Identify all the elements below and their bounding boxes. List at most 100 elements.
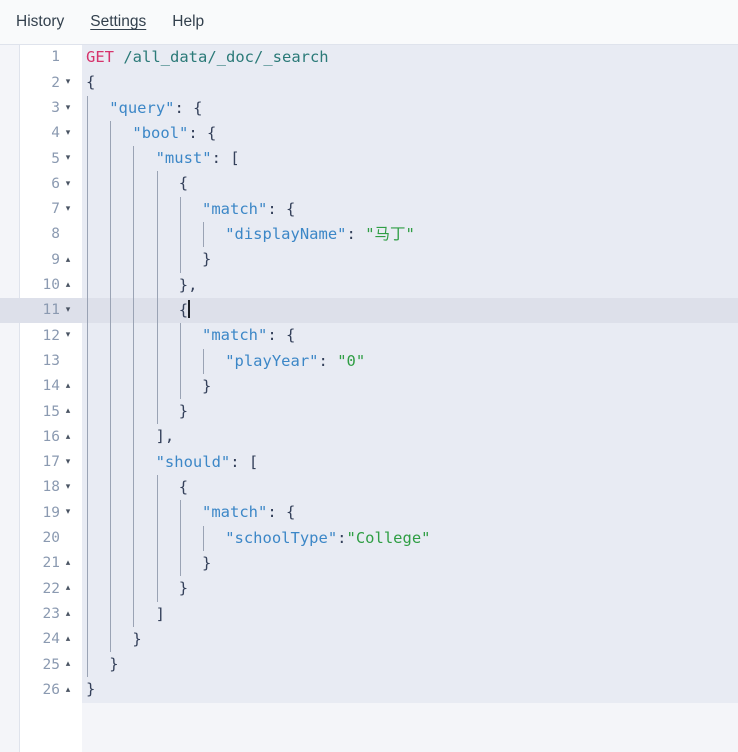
fold-arrow-close-icon[interactable]: ▴ [60, 660, 76, 669]
code-text[interactable]: { [82, 475, 738, 501]
fold-arrow-close-icon[interactable]: ▴ [60, 685, 76, 695]
line-gutter[interactable]: 25 ▴ [0, 652, 82, 677]
code-text[interactable]: }, [82, 272, 738, 298]
code-text[interactable]: GET /all_data/_doc/_search [82, 45, 738, 70]
line-gutter[interactable]: 17 ▾ [0, 450, 82, 475]
code-line[interactable]: 7 ▾ "match": { [0, 196, 738, 223]
line-gutter[interactable]: 10 ▴ [0, 273, 82, 298]
line-gutter[interactable]: 9 ▴ [0, 247, 82, 272]
code-text[interactable]: } [82, 399, 738, 425]
line-gutter[interactable]: 8 [0, 222, 82, 247]
fold-arrow-open-icon[interactable]: ▾ [60, 306, 76, 315]
code-text[interactable]: } [82, 626, 738, 653]
code-line[interactable]: 14 ▴} [0, 373, 738, 400]
code-text[interactable]: } [82, 247, 738, 273]
line-gutter[interactable]: 1 [0, 45, 82, 70]
code-line[interactable]: 4 ▾ "bool": { [0, 120, 738, 147]
code-line[interactable]: 3 ▾ "query": { [0, 95, 738, 121]
fold-arrow-open-icon[interactable]: ▾ [60, 78, 76, 87]
menu-item-history[interactable]: History [16, 14, 64, 30]
code-text[interactable]: "playYear": "0" [82, 348, 738, 374]
code-line[interactable]: 19 ▾ "match": { [0, 500, 738, 526]
code-text[interactable]: "match": { [82, 500, 738, 526]
code-line[interactable]: 13 "playYear": "0" [0, 348, 738, 374]
code-text[interactable]: "must": [ [82, 146, 738, 172]
fold-arrow-open-icon[interactable]: ▾ [60, 103, 76, 113]
code-line[interactable]: 15 ▴} [0, 399, 738, 425]
code-text[interactable]: ] [82, 601, 738, 627]
code-lines[interactable]: 1 GET /all_data/_doc/_search 2 ▾{3 ▾ "query"… [0, 45, 738, 703]
code-text[interactable]: "schoolType":"College" [82, 525, 738, 551]
line-gutter[interactable]: 12 ▾ [0, 323, 82, 348]
fold-arrow-open-icon[interactable]: ▾ [60, 483, 76, 492]
code-line[interactable]: 8 "displayName": "马丁" [0, 222, 738, 248]
fold-arrow-close-icon[interactable]: ▴ [60, 407, 76, 416]
code-editor[interactable]: 1 GET /all_data/_doc/_search 2 ▾{3 ▾ "query"… [0, 44, 738, 752]
line-gutter[interactable]: 5 ▾ [0, 146, 82, 171]
code-text[interactable]: } [82, 652, 738, 678]
fold-arrow-close-icon[interactable]: ▴ [60, 280, 76, 290]
line-gutter[interactable]: 7 ▾ [0, 197, 82, 222]
code-line[interactable]: 11 ▾ { [0, 297, 738, 324]
code-line[interactable]: 5 ▾ "must": [ [0, 146, 738, 172]
code-text[interactable]: } [82, 373, 738, 400]
line-gutter[interactable]: 3 ▾ [0, 96, 82, 121]
fold-arrow-open-icon[interactable]: ▾ [60, 129, 76, 138]
code-text[interactable]: "displayName": "马丁" [82, 222, 738, 248]
code-text[interactable]: "bool": { [82, 120, 738, 147]
line-gutter[interactable]: 18 ▾ [0, 475, 82, 500]
line-gutter[interactable]: 6 ▾ [0, 171, 82, 196]
code-text[interactable]: { [82, 297, 738, 324]
code-line[interactable]: 23 ▴] [0, 601, 738, 627]
fold-arrow-close-icon[interactable]: ▴ [60, 584, 76, 593]
fold-arrow-open-icon[interactable]: ▾ [60, 331, 76, 340]
fold-arrow-close-icon[interactable]: ▴ [60, 255, 76, 265]
code-line[interactable]: 6 ▾ { [0, 171, 738, 197]
line-gutter[interactable]: 15 ▴ [0, 399, 82, 424]
fold-arrow-close-icon[interactable]: ▴ [60, 382, 76, 391]
code-line[interactable]: 24 ▴} [0, 626, 738, 653]
code-text[interactable]: "should": [ [82, 449, 738, 476]
fold-arrow-close-icon[interactable]: ▴ [60, 634, 76, 644]
code-text[interactable]: } [82, 677, 738, 702]
code-text[interactable]: ], [82, 424, 738, 450]
line-gutter[interactable]: 4 ▾ [0, 121, 82, 146]
line-gutter[interactable]: 13 [0, 349, 82, 374]
code-text[interactable]: } [82, 550, 738, 577]
fold-arrow-open-icon[interactable]: ▾ [60, 179, 76, 189]
menu-item-settings[interactable]: Settings [90, 14, 146, 30]
fold-arrow-open-icon[interactable]: ▾ [60, 204, 76, 214]
code-text[interactable]: { [82, 70, 738, 95]
code-line[interactable]: 16 ▴], [0, 424, 738, 450]
code-line[interactable]: 26 ▴} [0, 677, 738, 702]
line-gutter[interactable]: 2 ▾ [0, 70, 82, 95]
fold-arrow-open-icon[interactable]: ▾ [60, 154, 76, 163]
code-text[interactable]: { [82, 171, 738, 197]
code-line[interactable]: 17 ▾ "should": [ [0, 449, 738, 476]
code-line[interactable]: 21 ▴} [0, 550, 738, 577]
line-gutter[interactable]: 19 ▾ [0, 500, 82, 525]
code-line[interactable]: 2 ▾{ [0, 70, 738, 95]
line-gutter[interactable]: 26 ▴ [0, 677, 82, 702]
code-line[interactable]: 12 ▾ "match": { [0, 323, 738, 349]
line-gutter[interactable]: 22 ▴ [0, 576, 82, 601]
code-line[interactable]: 18 ▾ { [0, 475, 738, 501]
line-gutter[interactable]: 14 ▴ [0, 374, 82, 399]
fold-arrow-close-icon[interactable]: ▴ [60, 559, 76, 568]
line-gutter[interactable]: 24 ▴ [0, 627, 82, 652]
code-line[interactable]: 25 ▴} [0, 652, 738, 678]
line-gutter[interactable]: 23 ▴ [0, 602, 82, 627]
fold-arrow-close-icon[interactable]: ▴ [60, 609, 76, 619]
menu-item-help[interactable]: Help [172, 14, 204, 30]
code-text[interactable]: } [82, 576, 738, 602]
code-line[interactable]: 20 "schoolType":"College" [0, 525, 738, 551]
line-gutter[interactable]: 21 ▴ [0, 551, 82, 576]
code-line[interactable]: 1 GET /all_data/_doc/_search [0, 45, 738, 70]
fold-arrow-open-icon[interactable]: ▾ [60, 457, 76, 467]
line-gutter[interactable]: 20 [0, 526, 82, 551]
code-text[interactable]: "match": { [82, 323, 738, 349]
fold-arrow-close-icon[interactable]: ▴ [60, 432, 76, 442]
code-text[interactable]: "query": { [82, 95, 738, 121]
line-gutter[interactable]: 16 ▴ [0, 424, 82, 449]
fold-arrow-open-icon[interactable]: ▾ [60, 508, 76, 517]
